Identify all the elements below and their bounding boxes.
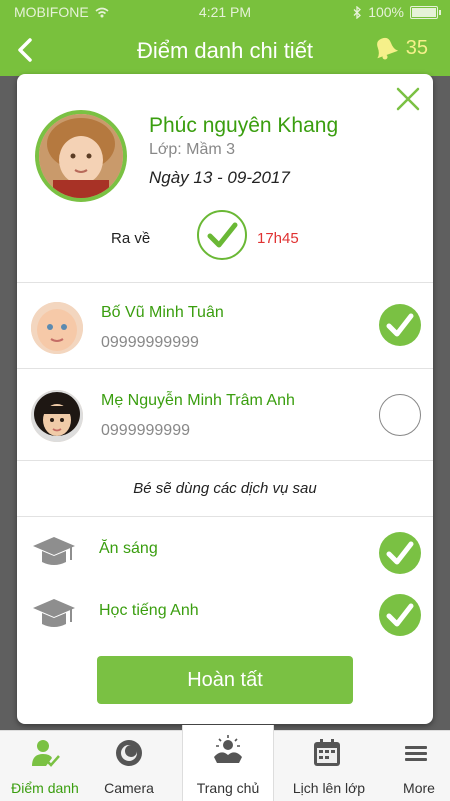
divider bbox=[17, 516, 433, 517]
checkout-status bbox=[197, 210, 247, 260]
girl-photo bbox=[31, 390, 83, 442]
bell-icon bbox=[376, 37, 398, 60]
checkmark-icon bbox=[207, 222, 238, 248]
student-avatar bbox=[35, 110, 127, 202]
status-bar: MOBIFONE 4:21 PM 100% bbox=[0, 0, 450, 24]
notification-button[interactable]: 35 bbox=[370, 35, 428, 61]
tab-label: Trang chủ bbox=[196, 780, 260, 796]
tab-more[interactable]: More bbox=[370, 731, 450, 801]
tab-label: Camera bbox=[104, 780, 154, 796]
service-row[interactable]: Ăn sáng bbox=[17, 528, 433, 584]
student-name: Phúc nguyên Khang bbox=[149, 114, 339, 137]
child-photo bbox=[39, 114, 123, 198]
navigation-bar: Điểm danh chi tiết 35 bbox=[0, 24, 450, 76]
pickup-phone: 0999999999 bbox=[101, 422, 190, 439]
tab-label: Lịch lên lớp bbox=[292, 780, 366, 796]
close-icon[interactable] bbox=[393, 84, 423, 114]
checkmark-icon bbox=[386, 603, 414, 627]
tab-camera[interactable]: Camera bbox=[84, 731, 174, 801]
divider bbox=[17, 460, 433, 461]
attendance-detail-card: Phúc nguyên Khang Lớp: Mầm 3 Ngày 13 - 0… bbox=[17, 74, 433, 724]
tab-attendance[interactable]: Điểm danh bbox=[0, 731, 90, 801]
pickup-name: Bố Vũ Minh Tuân bbox=[101, 304, 224, 321]
pickup-phone: 09999999999 bbox=[101, 334, 199, 351]
pickup-avatar bbox=[31, 390, 83, 442]
tab-home[interactable]: Trang chủ bbox=[182, 725, 274, 801]
bluetooth-icon bbox=[353, 5, 362, 19]
camera-icon bbox=[116, 740, 142, 766]
done-button[interactable]: Hoàn tất bbox=[97, 656, 353, 704]
battery-icon bbox=[410, 5, 441, 19]
services-note: Bé sẽ dùng các dịch vụ sau bbox=[133, 480, 317, 497]
pickup-checkbox[interactable] bbox=[379, 304, 421, 346]
checkmark-icon bbox=[386, 313, 414, 337]
service-checkbox[interactable] bbox=[379, 532, 421, 574]
service-label: Học tiếng Anh bbox=[99, 602, 199, 619]
tab-bar: Điểm danh Camera Trang chủ Lịch lên lớp … bbox=[0, 725, 450, 801]
pickup-avatar bbox=[31, 302, 83, 354]
pickup-checkbox[interactable] bbox=[379, 394, 421, 436]
notification-count: 35 bbox=[405, 36, 428, 59]
checkout-time: 17h45 bbox=[257, 230, 299, 247]
tab-label: More bbox=[403, 780, 435, 796]
graduation-cap-icon bbox=[33, 599, 75, 627]
graduation-cap-icon bbox=[33, 537, 75, 565]
home-icon bbox=[214, 735, 242, 763]
tab-schedule[interactable]: Lịch lên lớp bbox=[282, 731, 372, 801]
menu-icon bbox=[405, 746, 427, 761]
battery-percent: 100% bbox=[368, 4, 404, 20]
checkmark-icon bbox=[386, 541, 414, 565]
tab-label: Điểm danh bbox=[11, 780, 79, 796]
pickup-person-row[interactable]: Bố Vũ Minh Tuân 09999999999 bbox=[17, 282, 433, 374]
pickup-person-row[interactable]: Mẹ Nguyễn Minh Trâm Anh 0999999999 bbox=[17, 368, 433, 460]
service-checkbox[interactable] bbox=[379, 594, 421, 636]
service-row[interactable]: Học tiếng Anh bbox=[17, 590, 433, 646]
attendance-date: Ngày 13 - 09-2017 bbox=[149, 168, 290, 187]
student-class: Lớp: Mầm 3 bbox=[149, 141, 236, 158]
pickup-name: Mẹ Nguyễn Minh Trâm Anh bbox=[101, 392, 295, 409]
calendar-icon bbox=[314, 739, 340, 766]
baby-photo bbox=[31, 302, 83, 354]
checkout-label: Ra về bbox=[111, 230, 151, 247]
service-label: Ăn sáng bbox=[99, 540, 158, 557]
attendance-icon bbox=[32, 740, 60, 767]
